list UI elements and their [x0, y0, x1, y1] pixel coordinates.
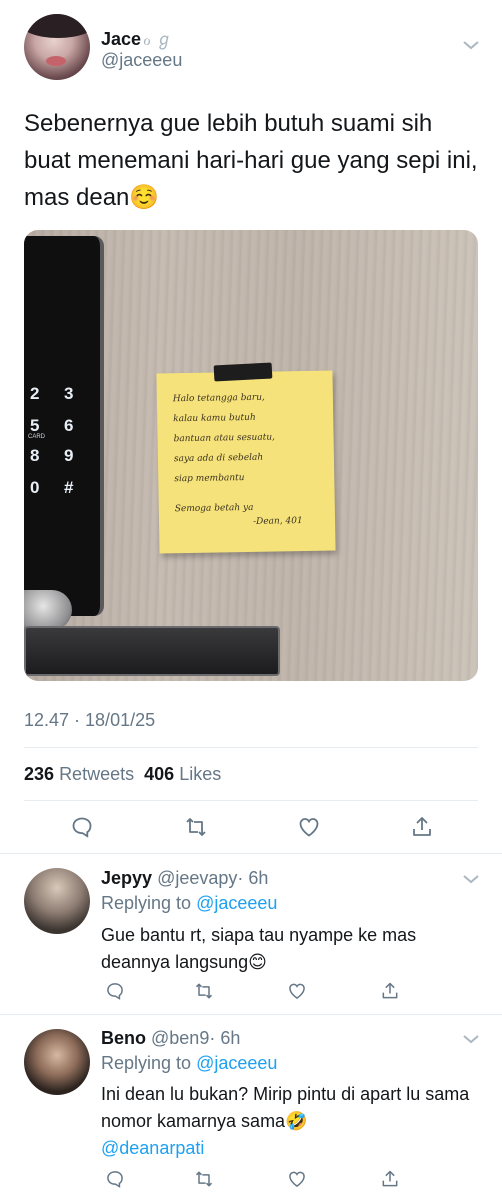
- reply-author-handle[interactable]: @jeevapy: [157, 868, 237, 888]
- reply-mention-link[interactable]: @deanarpati: [101, 1138, 204, 1158]
- chevron-down-icon[interactable]: [462, 38, 480, 56]
- reply-author-name[interactable]: Beno: [101, 1028, 146, 1048]
- retweets-count[interactable]: 236: [24, 764, 54, 784]
- author-name-symbols: ℴ ℊ: [143, 30, 173, 49]
- chevron-down-icon[interactable]: [462, 872, 480, 890]
- door-knob: [24, 590, 72, 630]
- note-line: saya ada di sebelah: [173, 452, 264, 465]
- keypad-key: 3: [64, 384, 74, 403]
- replying-to-prefix: Replying to: [101, 893, 192, 913]
- heart-icon[interactable]: [296, 814, 322, 840]
- author-avatar[interactable]: [24, 14, 90, 80]
- keypad-card-label: CARD: [28, 434, 46, 440]
- comment-icon[interactable]: [102, 978, 128, 1004]
- reply-author-name[interactable]: Jepyy: [101, 868, 152, 888]
- keypad-key: 0: [30, 478, 40, 497]
- reply-text: Ini dean lu bukan? Mirip pintu di apart …: [101, 1084, 470, 1131]
- heart-icon[interactable]: [284, 1166, 310, 1192]
- retweets-label[interactable]: Retweets: [59, 764, 134, 784]
- comment-icon[interactable]: [69, 814, 95, 840]
- reply-avatar[interactable]: [24, 1029, 90, 1095]
- likes-count[interactable]: 406: [144, 764, 174, 784]
- keypad-key: 9: [64, 446, 74, 465]
- share-icon[interactable]: [377, 978, 403, 1004]
- divider: [0, 1014, 502, 1015]
- keypad-key: 2: [30, 384, 40, 403]
- door-handle: [24, 626, 280, 676]
- keypad-key: #: [64, 478, 74, 497]
- replying-to-prefix: Replying to: [101, 1053, 192, 1073]
- heart-icon[interactable]: [284, 978, 310, 1004]
- keypad-key: 5: [30, 416, 40, 435]
- divider: [24, 747, 478, 748]
- note-line: Halo tetangga baru,: [172, 392, 265, 405]
- reply-name-row: Jepyy @jeevapy· 6h: [101, 868, 268, 889]
- comment-icon[interactable]: [102, 1166, 128, 1192]
- likes-label[interactable]: Likes: [179, 764, 221, 784]
- note-line: kalau kamu butuh: [173, 412, 256, 425]
- note-line: siap membantu: [174, 473, 245, 485]
- replying-to: Replying to @jaceeeu: [101, 893, 277, 914]
- sticky-note: Halo tetangga baru, kalau kamu butuh ban…: [156, 370, 336, 554]
- reply-text: Gue bantu rt, siapa tau nyampe ke mas de…: [101, 925, 417, 972]
- keypad-key: 8: [30, 446, 40, 465]
- retweet-icon[interactable]: [191, 978, 217, 1004]
- tweet-photo[interactable]: 2 3 5 6 CARD 8 9 0 # Halo tetangga baru,…: [24, 230, 478, 681]
- tweet-timestamp[interactable]: 12.47 · 18/01/25: [24, 710, 155, 731]
- replying-to: Replying to @jaceeeu: [101, 1053, 277, 1074]
- share-icon[interactable]: [409, 814, 435, 840]
- retweet-icon[interactable]: [183, 814, 209, 840]
- divider: [24, 800, 478, 801]
- author-name-row[interactable]: Jace ℴ ℊ: [101, 25, 173, 50]
- note-line: bantuan atau sesuatu,: [173, 432, 276, 445]
- divider: [0, 853, 502, 854]
- replying-to-link[interactable]: @jaceeeu: [196, 1053, 277, 1073]
- replying-to-link[interactable]: @jaceeeu: [196, 893, 277, 913]
- reply-time[interactable]: · 6h: [237, 868, 268, 888]
- tweet-text: Sebenernya gue lebih butuh suami sih bua…: [24, 110, 478, 211]
- share-icon[interactable]: [377, 1166, 403, 1192]
- reply-time[interactable]: · 6h: [209, 1028, 240, 1048]
- chevron-down-icon[interactable]: [462, 1032, 480, 1050]
- reply-author-handle[interactable]: @ben9: [151, 1028, 209, 1048]
- reply-name-row: Beno @ben9· 6h: [101, 1028, 240, 1049]
- keypad-key: 6: [64, 416, 74, 435]
- reply-avatar[interactable]: [24, 868, 90, 934]
- author-handle[interactable]: @jaceeeu: [101, 50, 182, 71]
- retweet-icon[interactable]: [191, 1166, 217, 1192]
- note-tape: [213, 362, 273, 382]
- tweet-stats: 236 Retweets 406 Likes: [24, 764, 221, 785]
- reply-text-block: Ini dean lu bukan? Mirip pintu di apart …: [101, 1081, 471, 1162]
- author-name[interactable]: Jace: [101, 29, 141, 49]
